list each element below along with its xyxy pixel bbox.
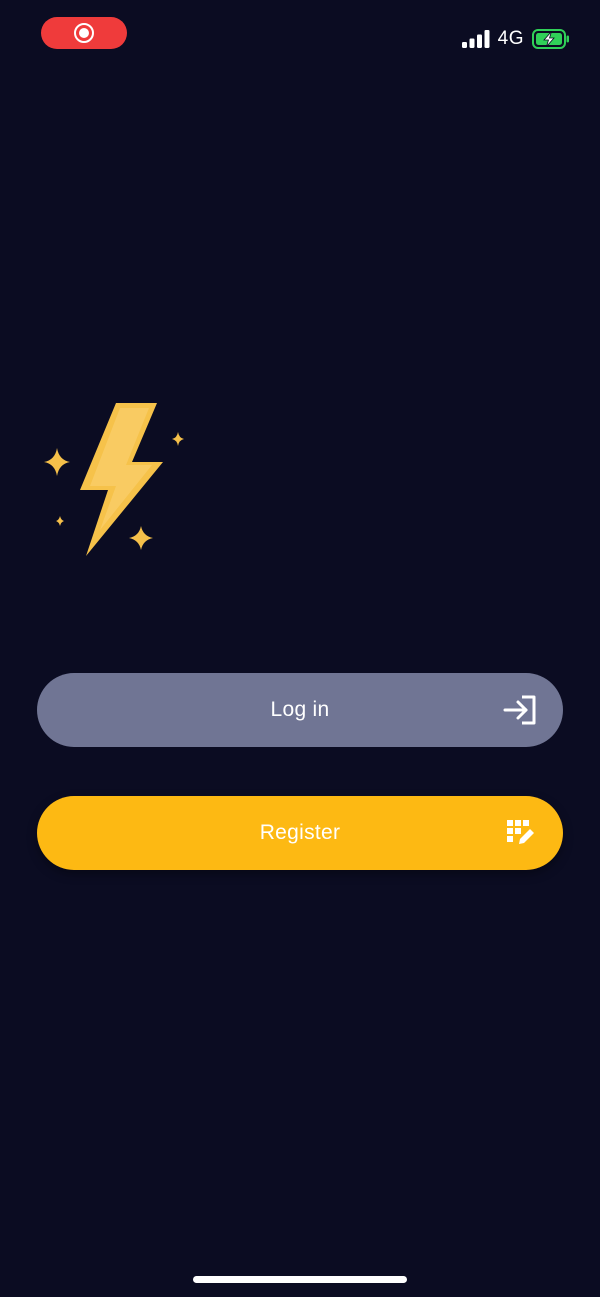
sparkle-icon xyxy=(56,516,64,526)
battery-charging-icon xyxy=(532,29,570,49)
sparkle-icon xyxy=(44,448,70,476)
register-button[interactable]: Register xyxy=(37,796,563,870)
login-button[interactable]: Log in xyxy=(37,673,563,747)
register-button-label: Register xyxy=(259,821,341,844)
register-form-icon xyxy=(503,816,537,850)
home-indicator[interactable] xyxy=(193,1276,407,1283)
sparkle-icon xyxy=(129,526,153,550)
network-type: 4G xyxy=(497,28,524,49)
app-logo-lightning-icon xyxy=(40,398,190,560)
sparkle-icon xyxy=(172,432,184,446)
screen-recording-indicator[interactable] xyxy=(41,17,127,49)
cellular-signal-icon xyxy=(461,30,490,48)
status-bar: 4G xyxy=(0,0,600,80)
login-arrow-icon xyxy=(503,693,537,727)
status-indicators: 4G xyxy=(461,24,570,54)
login-button-label: Log in xyxy=(270,698,330,721)
record-icon xyxy=(73,22,95,44)
